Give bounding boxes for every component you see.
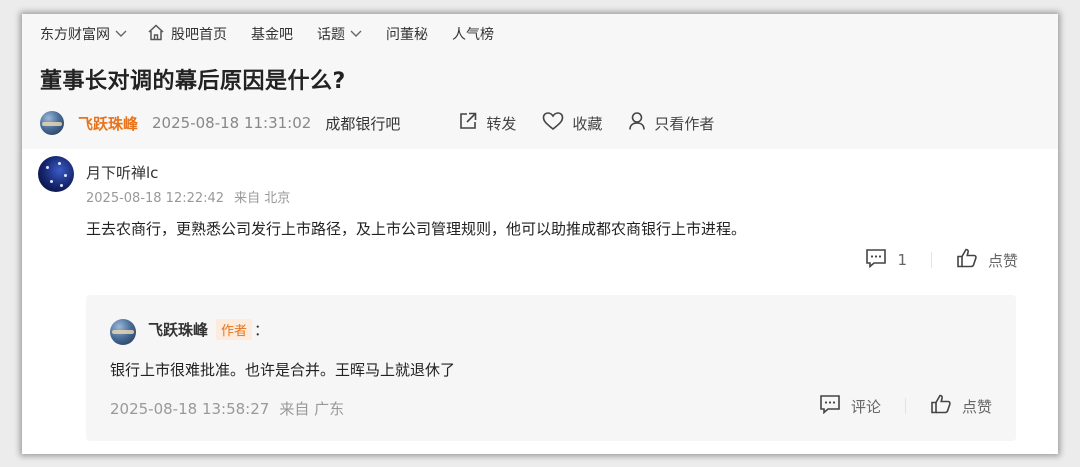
nav-item-label: 话题: [317, 27, 345, 43]
post-title: 董事长对调的幕后原因是什么?: [40, 69, 346, 94]
author-badge: 作者: [216, 319, 253, 340]
divider: [904, 398, 906, 414]
post-bar-link[interactable]: 成都银行吧: [325, 113, 400, 134]
comment-item: 月下听禅lc 2025-08-18 12:22:42 来自 北京 王去农商行，更熟…: [22, 149, 1058, 454]
comment-icon: [865, 248, 897, 272]
nav-item-label: 基金吧: [251, 27, 293, 43]
favorite-button[interactable]: 收藏: [542, 111, 602, 135]
nav-item-topics[interactable]: 话题: [317, 24, 362, 44]
divider: [930, 252, 932, 268]
post-datetime: 2025-08-18 11:31:02: [152, 114, 312, 132]
nav-item-guba-home[interactable]: 股吧首页: [147, 23, 227, 45]
comment-actions: 1 点赞: [865, 248, 1018, 272]
reply-text: 银行上市很难批准。也许是合并。王晖马上就退休了: [110, 361, 456, 379]
reply-count: 1: [897, 251, 907, 269]
post-meta: 飞跃珠峰 2025-08-18 11:31:02 成都银行吧 转发 收藏 只看作…: [40, 110, 740, 136]
comment-text: 王去农商行，更熟悉公司发行上市路径，及上市公司管理规则，他可以助推成都农商银行上…: [86, 220, 747, 238]
like-label: 点赞: [987, 251, 1018, 270]
nav-item-fund-bar[interactable]: 基金吧: [251, 24, 293, 44]
nav-item-label: 问董秘: [386, 27, 428, 43]
nav-item-label: 东方财富网: [40, 27, 110, 43]
chevron-down-icon: [350, 26, 362, 42]
reply-like-label: 点赞: [961, 397, 992, 416]
share-icon: [458, 111, 486, 135]
nav-item-eastmoney[interactable]: 东方财富网: [40, 24, 127, 44]
nav-item-ask-secretary[interactable]: 问董秘: [386, 24, 428, 44]
avatar[interactable]: [110, 319, 136, 345]
reply-colon: ：: [254, 321, 270, 339]
comment-icon: [819, 394, 851, 418]
nav-item-popularity-rank[interactable]: 人气榜: [452, 24, 494, 44]
reply-header: 飞跃珠峰 作者 ：: [148, 319, 269, 340]
reply-meta: 2025-08-18 13:58:27 来自 广东: [110, 398, 344, 419]
like-button[interactable]: 点赞: [956, 248, 1018, 272]
author-only-label: 只看作者: [654, 114, 715, 133]
heart-icon: [542, 111, 572, 135]
author-only-button[interactable]: 只看作者: [628, 111, 714, 135]
comment-location: 来自 北京: [234, 191, 291, 206]
thumbs-up-icon: [956, 248, 988, 272]
reply-item: 飞跃珠峰 作者 ： 银行上市很难批准。也许是合并。王晖马上就退休了 2025-0…: [86, 295, 1016, 441]
avatar[interactable]: [38, 156, 74, 192]
favorite-label: 收藏: [572, 114, 603, 133]
comment-meta: 2025-08-18 12:22:42 来自 北京: [86, 187, 290, 206]
reply-username[interactable]: 飞跃珠峰: [148, 319, 208, 340]
nav-item-label: 股吧首页: [171, 27, 227, 43]
top-nav: 东方财富网 股吧首页 基金吧 话题 问董秘 人气榜: [40, 23, 518, 45]
screenshot-frame: 东方财富网 股吧首页 基金吧 话题 问董秘 人气榜 董事长对调的幕后原因是什么?…: [22, 14, 1058, 454]
home-icon: [147, 23, 165, 45]
chevron-down-icon: [115, 26, 127, 42]
reply-comment-button[interactable]: 评论: [819, 394, 881, 418]
post-header: 东方财富网 股吧首页 基金吧 话题 问董秘 人气榜 董事长对调的幕后原因是什么?…: [22, 14, 1058, 149]
reply-like-button[interactable]: 点赞: [930, 394, 992, 418]
thumbs-up-icon: [930, 394, 962, 418]
avatar[interactable]: [40, 111, 64, 135]
comment-username[interactable]: 月下听禅lc: [86, 162, 158, 183]
comment-datetime: 2025-08-18 12:22:42: [86, 191, 225, 206]
reply-location: 来自 广东: [279, 400, 345, 418]
reply-comment-label: 评论: [850, 397, 881, 416]
share-label: 转发: [486, 114, 517, 133]
reply-count-button[interactable]: 1: [865, 248, 907, 272]
reply-datetime: 2025-08-18 13:58:27: [110, 400, 270, 418]
user-icon: [628, 111, 654, 135]
nav-item-label: 人气榜: [452, 27, 494, 43]
post-actions: 转发 收藏 只看作者: [458, 111, 740, 135]
post-author[interactable]: 飞跃珠峰: [78, 113, 138, 134]
reply-actions: 评论 点赞: [819, 394, 992, 418]
share-button[interactable]: 转发: [458, 111, 516, 135]
